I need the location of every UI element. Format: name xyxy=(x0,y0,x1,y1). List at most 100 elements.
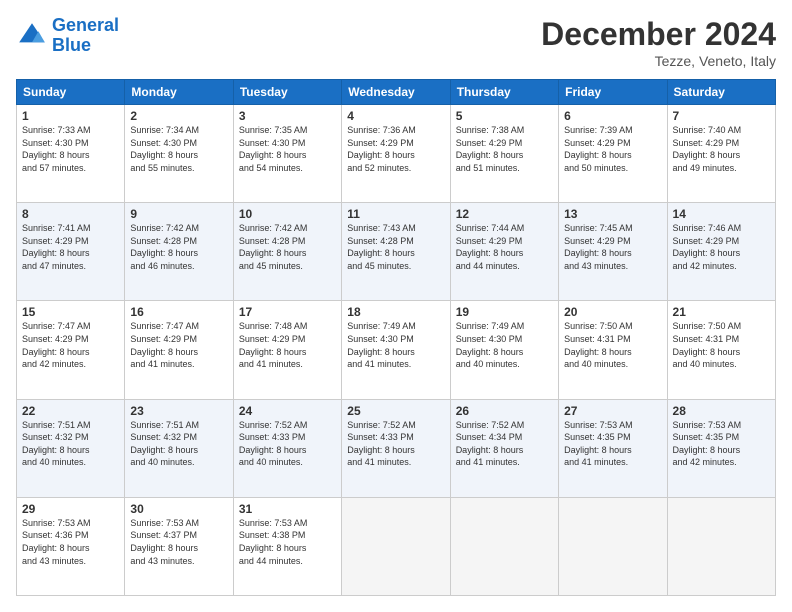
calendar-cell: 31Sunrise: 7:53 AM Sunset: 4:38 PM Dayli… xyxy=(233,497,341,595)
day-info: Sunrise: 7:42 AM Sunset: 4:28 PM Dayligh… xyxy=(130,222,227,272)
logo: General Blue xyxy=(16,16,119,56)
calendar-cell: 28Sunrise: 7:53 AM Sunset: 4:35 PM Dayli… xyxy=(667,399,775,497)
day-info: Sunrise: 7:52 AM Sunset: 4:33 PM Dayligh… xyxy=(239,419,336,469)
day-info: Sunrise: 7:40 AM Sunset: 4:29 PM Dayligh… xyxy=(673,124,770,174)
day-info: Sunrise: 7:50 AM Sunset: 4:31 PM Dayligh… xyxy=(673,320,770,370)
weekday-header: Friday xyxy=(559,80,667,105)
day-number: 2 xyxy=(130,109,227,123)
day-info: Sunrise: 7:53 AM Sunset: 4:38 PM Dayligh… xyxy=(239,517,336,567)
calendar-week-row: 22 Sunrise: 7:51 AM Sunset: 4:32 PM Dayli… xyxy=(17,399,776,497)
day-number: 3 xyxy=(239,109,336,123)
day-number: 21 xyxy=(673,305,770,319)
calendar-cell: 11Sunrise: 7:43 AM Sunset: 4:28 PM Dayli… xyxy=(342,203,450,301)
calendar-cell: 12Sunrise: 7:44 AM Sunset: 4:29 PM Dayli… xyxy=(450,203,558,301)
day-number: 7 xyxy=(673,109,770,123)
day-info: Sunrise: 7:47 AM Sunset: 4:29 PM Dayligh… xyxy=(130,320,227,370)
weekday-header: Saturday xyxy=(667,80,775,105)
calendar-cell xyxy=(667,497,775,595)
day-info: Sunrise: 7:35 AM Sunset: 4:30 PM Dayligh… xyxy=(239,124,336,174)
calendar-cell: 7Sunrise: 7:40 AM Sunset: 4:29 PM Daylig… xyxy=(667,105,775,203)
calendar-cell: 10Sunrise: 7:42 AM Sunset: 4:28 PM Dayli… xyxy=(233,203,341,301)
calendar-cell xyxy=(450,497,558,595)
day-info: Sunrise: 7:49 AM Sunset: 4:30 PM Dayligh… xyxy=(347,320,444,370)
calendar-cell: 4Sunrise: 7:36 AM Sunset: 4:29 PM Daylig… xyxy=(342,105,450,203)
day-info: Sunrise: 7:45 AM Sunset: 4:29 PM Dayligh… xyxy=(564,222,661,272)
calendar-cell: 19Sunrise: 7:49 AM Sunset: 4:30 PM Dayli… xyxy=(450,301,558,399)
day-info: Sunrise: 7:46 AM Sunset: 4:29 PM Dayligh… xyxy=(673,222,770,272)
day-number: 29 xyxy=(22,502,119,516)
day-number: 27 xyxy=(564,404,661,418)
weekday-header: Wednesday xyxy=(342,80,450,105)
calendar-cell: 5Sunrise: 7:38 AM Sunset: 4:29 PM Daylig… xyxy=(450,105,558,203)
calendar-cell: 23Sunrise: 7:51 AM Sunset: 4:32 PM Dayli… xyxy=(125,399,233,497)
calendar-cell: 20Sunrise: 7:50 AM Sunset: 4:31 PM Dayli… xyxy=(559,301,667,399)
day-info: Sunrise: 7:39 AM Sunset: 4:29 PM Dayligh… xyxy=(564,124,661,174)
day-number: 17 xyxy=(239,305,336,319)
day-info: Sunrise: 7:42 AM Sunset: 4:28 PM Dayligh… xyxy=(239,222,336,272)
logo-icon xyxy=(16,20,48,52)
calendar-cell: 1Sunrise: 7:33 AM Sunset: 4:30 PM Daylig… xyxy=(17,105,125,203)
calendar-week-row: 8Sunrise: 7:41 AM Sunset: 4:29 PM Daylig… xyxy=(17,203,776,301)
day-number: 12 xyxy=(456,207,553,221)
calendar-cell: 27Sunrise: 7:53 AM Sunset: 4:35 PM Dayli… xyxy=(559,399,667,497)
calendar-cell: 14Sunrise: 7:46 AM Sunset: 4:29 PM Dayli… xyxy=(667,203,775,301)
day-info: Sunrise: 7:43 AM Sunset: 4:28 PM Dayligh… xyxy=(347,222,444,272)
day-number: 20 xyxy=(564,305,661,319)
calendar-cell: 22Sunrise: 7:51 AM Sunset: 4:32 PM Dayli… xyxy=(17,399,125,497)
calendar-cell: 21Sunrise: 7:50 AM Sunset: 4:31 PM Dayli… xyxy=(667,301,775,399)
calendar-week-row: 1Sunrise: 7:33 AM Sunset: 4:30 PM Daylig… xyxy=(17,105,776,203)
day-number: 5 xyxy=(456,109,553,123)
day-number: 9 xyxy=(130,207,227,221)
calendar-cell: 24Sunrise: 7:52 AM Sunset: 4:33 PM Dayli… xyxy=(233,399,341,497)
day-info: Sunrise: 7:41 AM Sunset: 4:29 PM Dayligh… xyxy=(22,222,119,272)
day-info: Sunrise: 7:38 AM Sunset: 4:29 PM Dayligh… xyxy=(456,124,553,174)
day-number: 26 xyxy=(456,404,553,418)
day-number: 18 xyxy=(347,305,444,319)
day-number: 24 xyxy=(239,404,336,418)
month-title: December 2024 xyxy=(541,16,776,53)
day-number: 10 xyxy=(239,207,336,221)
day-number: 4 xyxy=(347,109,444,123)
day-info: Sunrise: 7:36 AM Sunset: 4:29 PM Dayligh… xyxy=(347,124,444,174)
calendar-cell: 18Sunrise: 7:49 AM Sunset: 4:30 PM Dayli… xyxy=(342,301,450,399)
page: General Blue December 2024 Tezze, Veneto… xyxy=(0,0,792,612)
calendar-cell: 29Sunrise: 7:53 AM Sunset: 4:36 PM Dayli… xyxy=(17,497,125,595)
day-info: Sunrise: 7:53 AM Sunset: 4:36 PM Dayligh… xyxy=(22,517,119,567)
day-number: 14 xyxy=(673,207,770,221)
calendar-cell: 2Sunrise: 7:34 AM Sunset: 4:30 PM Daylig… xyxy=(125,105,233,203)
day-info: Sunrise: 7:51 AM Sunset: 4:32 PM Dayligh… xyxy=(130,419,227,469)
day-info: Sunrise: 7:53 AM Sunset: 4:35 PM Dayligh… xyxy=(564,419,661,469)
calendar-cell: 8Sunrise: 7:41 AM Sunset: 4:29 PM Daylig… xyxy=(17,203,125,301)
day-number: 15 xyxy=(22,305,119,319)
calendar-week-row: 15Sunrise: 7:47 AM Sunset: 4:29 PM Dayli… xyxy=(17,301,776,399)
location: Tezze, Veneto, Italy xyxy=(541,53,776,69)
calendar-cell xyxy=(559,497,667,595)
day-info: Sunrise: 7:47 AM Sunset: 4:29 PM Dayligh… xyxy=(22,320,119,370)
day-info: Sunrise: 7:52 AM Sunset: 4:34 PM Dayligh… xyxy=(456,419,553,469)
day-number: 8 xyxy=(22,207,119,221)
day-number: 19 xyxy=(456,305,553,319)
day-number: 11 xyxy=(347,207,444,221)
day-info: Sunrise: 7:50 AM Sunset: 4:31 PM Dayligh… xyxy=(564,320,661,370)
calendar-cell: 13Sunrise: 7:45 AM Sunset: 4:29 PM Dayli… xyxy=(559,203,667,301)
weekday-header: Sunday xyxy=(17,80,125,105)
day-info: Sunrise: 7:52 AM Sunset: 4:33 PM Dayligh… xyxy=(347,419,444,469)
day-info: Sunrise: 7:33 AM Sunset: 4:30 PM Dayligh… xyxy=(22,124,119,174)
calendar-table: SundayMondayTuesdayWednesdayThursdayFrid… xyxy=(16,79,776,596)
day-info: Sunrise: 7:53 AM Sunset: 4:37 PM Dayligh… xyxy=(130,517,227,567)
calendar-cell: 25Sunrise: 7:52 AM Sunset: 4:33 PM Dayli… xyxy=(342,399,450,497)
day-info: Sunrise: 7:53 AM Sunset: 4:35 PM Dayligh… xyxy=(673,419,770,469)
day-number: 28 xyxy=(673,404,770,418)
day-info: Sunrise: 7:48 AM Sunset: 4:29 PM Dayligh… xyxy=(239,320,336,370)
calendar-body: 1Sunrise: 7:33 AM Sunset: 4:30 PM Daylig… xyxy=(17,105,776,596)
day-number: 22 xyxy=(22,404,119,418)
title-block: December 2024 Tezze, Veneto, Italy xyxy=(541,16,776,69)
calendar-cell: 17Sunrise: 7:48 AM Sunset: 4:29 PM Dayli… xyxy=(233,301,341,399)
day-number: 6 xyxy=(564,109,661,123)
day-number: 31 xyxy=(239,502,336,516)
calendar-header-row: SundayMondayTuesdayWednesdayThursdayFrid… xyxy=(17,80,776,105)
weekday-header: Tuesday xyxy=(233,80,341,105)
calendar-cell xyxy=(342,497,450,595)
calendar-cell: 30Sunrise: 7:53 AM Sunset: 4:37 PM Dayli… xyxy=(125,497,233,595)
calendar-cell: 3Sunrise: 7:35 AM Sunset: 4:30 PM Daylig… xyxy=(233,105,341,203)
